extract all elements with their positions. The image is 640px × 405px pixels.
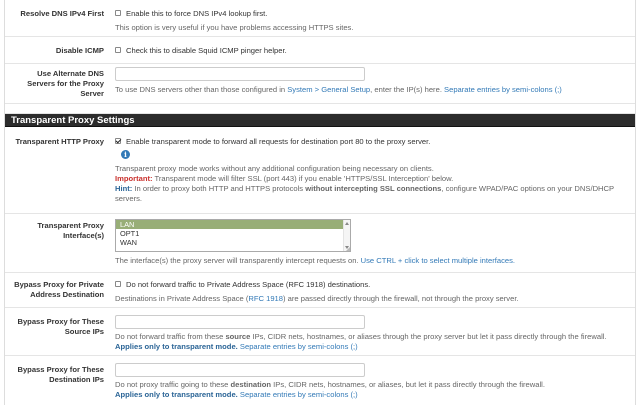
- interfaces-label-2: Interface(s): [63, 231, 104, 240]
- important-label: Important:: [115, 174, 153, 183]
- hint-text-2: , configure WPAD/PAC options on your DNS…: [441, 184, 615, 193]
- scroll-up-arrow-icon[interactable]: [345, 222, 349, 225]
- row-transparent-http-proxy: Transparent HTTP Proxy Enable transparen…: [5, 127, 635, 214]
- transparent-label: Transparent HTTP Proxy: [15, 137, 104, 146]
- important-text: Transparent mode will filter SSL (port 4…: [152, 174, 454, 183]
- bypass-dest-help-pre: Do not proxy traffic going to these: [115, 380, 231, 389]
- dns-ipv4-checkbox[interactable]: [115, 10, 121, 16]
- bypass-dest-sep: Separate entries by semi-colons (;): [237, 390, 358, 399]
- dns-ipv4-help: This option is very useful if you have p…: [115, 23, 354, 32]
- bypass-dest-input[interactable]: [115, 363, 365, 377]
- transparent-checkbox-text: Enable transparent mode to forward all r…: [126, 137, 431, 146]
- alt-dns-label-2: Servers for the Proxy: [27, 79, 104, 88]
- bypass-source-input[interactable]: [115, 315, 365, 329]
- interfaces-help-hint: Use CTRL + click to select multiple inte…: [360, 256, 516, 265]
- row-bypass-destination-ips: Bypass Proxy for These Destination IPs D…: [5, 356, 635, 400]
- icmp-checkbox[interactable]: [115, 47, 121, 53]
- bypass-private-label-2: Address Destination: [30, 290, 104, 299]
- transparent-checkbox[interactable]: [115, 138, 121, 144]
- bypass-private-text-post: ) destinations.: [322, 280, 371, 289]
- section-gap: [5, 104, 635, 114]
- row-transparent-interfaces: Transparent Proxy Interface(s) LAN OPT1 …: [5, 214, 635, 273]
- bypass-source-help-pre: Do not forward traffic from these: [115, 332, 226, 341]
- row-bypass-private: Bypass Proxy for Private Address Destina…: [5, 273, 635, 308]
- bypass-dest-help-bold: destination: [230, 380, 272, 389]
- interfaces-help: The interface(s) the proxy server will t…: [115, 256, 361, 265]
- interface-option-opt1[interactable]: OPT1: [116, 229, 350, 238]
- alt-dns-help-mid: , enter the IP(s) here.: [370, 85, 445, 94]
- icmp-checkbox-text: Check this to disable Squid ICMP pinger …: [126, 46, 287, 55]
- bypass-source-applies: Applies only to transparent mode.: [115, 342, 238, 351]
- dns-ipv4-label: Resolve DNS IPv4 First: [20, 9, 104, 18]
- alt-dns-input[interactable]: [115, 67, 365, 81]
- interfaces-label-1: Transparent Proxy: [37, 221, 104, 230]
- alt-dns-label-3: Server: [80, 89, 104, 98]
- bypass-dest-applies: Applies only to transparent mode.: [115, 390, 238, 399]
- bypass-source-help-post: IPs, CIDR nets, hostnames, or aliases th…: [250, 332, 607, 341]
- row-alternate-dns: Use Alternate DNS Servers for the Proxy …: [5, 64, 635, 104]
- bypass-dest-label-1: Bypass Proxy for These: [17, 365, 104, 374]
- hint-label: Hint:: [115, 184, 133, 193]
- bypass-private-help-pre: Destinations in Private Address Space (: [115, 294, 249, 303]
- bypass-private-rfc: RFC 1918: [288, 280, 323, 289]
- alt-dns-separator-note: Separate entries by semi-colons (;): [444, 85, 562, 94]
- bypass-source-help-bold: source: [225, 332, 251, 341]
- bypass-private-help-post: ) are passed directly through the firewa…: [283, 294, 519, 303]
- bypass-source-sep: Separate entries by semi-colons (;): [237, 342, 358, 351]
- row-bypass-source-ips: Bypass Proxy for These Source IPs Do not…: [5, 308, 635, 356]
- dns-ipv4-checkbox-text: Enable this to force DNS IPv4 lookup fir…: [126, 9, 268, 18]
- hint-text-3: servers.: [115, 194, 143, 203]
- row-dns-ipv4-first: Resolve DNS IPv4 First Enable this to fo…: [5, 0, 635, 37]
- hint-bold: without intercepting SSL connections: [305, 184, 442, 193]
- transparent-note: Transparent proxy mode works without any…: [115, 164, 434, 173]
- general-setup-link[interactable]: System > General Setup: [287, 85, 370, 94]
- settings-form: Resolve DNS IPv4 First Enable this to fo…: [4, 0, 636, 405]
- info-icon[interactable]: i: [121, 150, 130, 159]
- bypass-private-checkbox[interactable]: [115, 281, 121, 287]
- bypass-private-label-1: Bypass Proxy for Private: [14, 280, 104, 289]
- bypass-source-label-1: Bypass Proxy for These: [17, 317, 104, 326]
- resize-handle-icon[interactable]: [346, 247, 350, 251]
- interface-option-wan[interactable]: WAN: [116, 238, 350, 247]
- bypass-source-label-2: Source IPs: [64, 327, 104, 336]
- hint-text-1: In order to proxy both HTTP and HTTPS pr…: [132, 184, 306, 193]
- interface-option-lan[interactable]: LAN: [116, 220, 350, 229]
- alt-dns-help-pre: To use DNS servers other than those conf…: [115, 85, 288, 94]
- icmp-label: Disable ICMP: [55, 46, 104, 55]
- bypass-dest-label-2: Destination IPs: [49, 375, 104, 384]
- row-disable-icmp: Disable ICMP Check this to disable Squid…: [5, 37, 635, 64]
- interfaces-listbox[interactable]: LAN OPT1 WAN: [115, 219, 351, 252]
- section-header-transparent-proxy: Transparent Proxy Settings: [5, 114, 635, 127]
- alt-dns-label-1: Use Alternate DNS: [37, 69, 104, 78]
- rfc1918-link[interactable]: RFC 1918: [248, 294, 283, 303]
- bypass-private-text-pre: Do not forward traffic to Private Addres…: [126, 280, 289, 289]
- bypass-dest-help-post: IPs, CIDR nets, hostnames, or aliases, b…: [271, 380, 545, 389]
